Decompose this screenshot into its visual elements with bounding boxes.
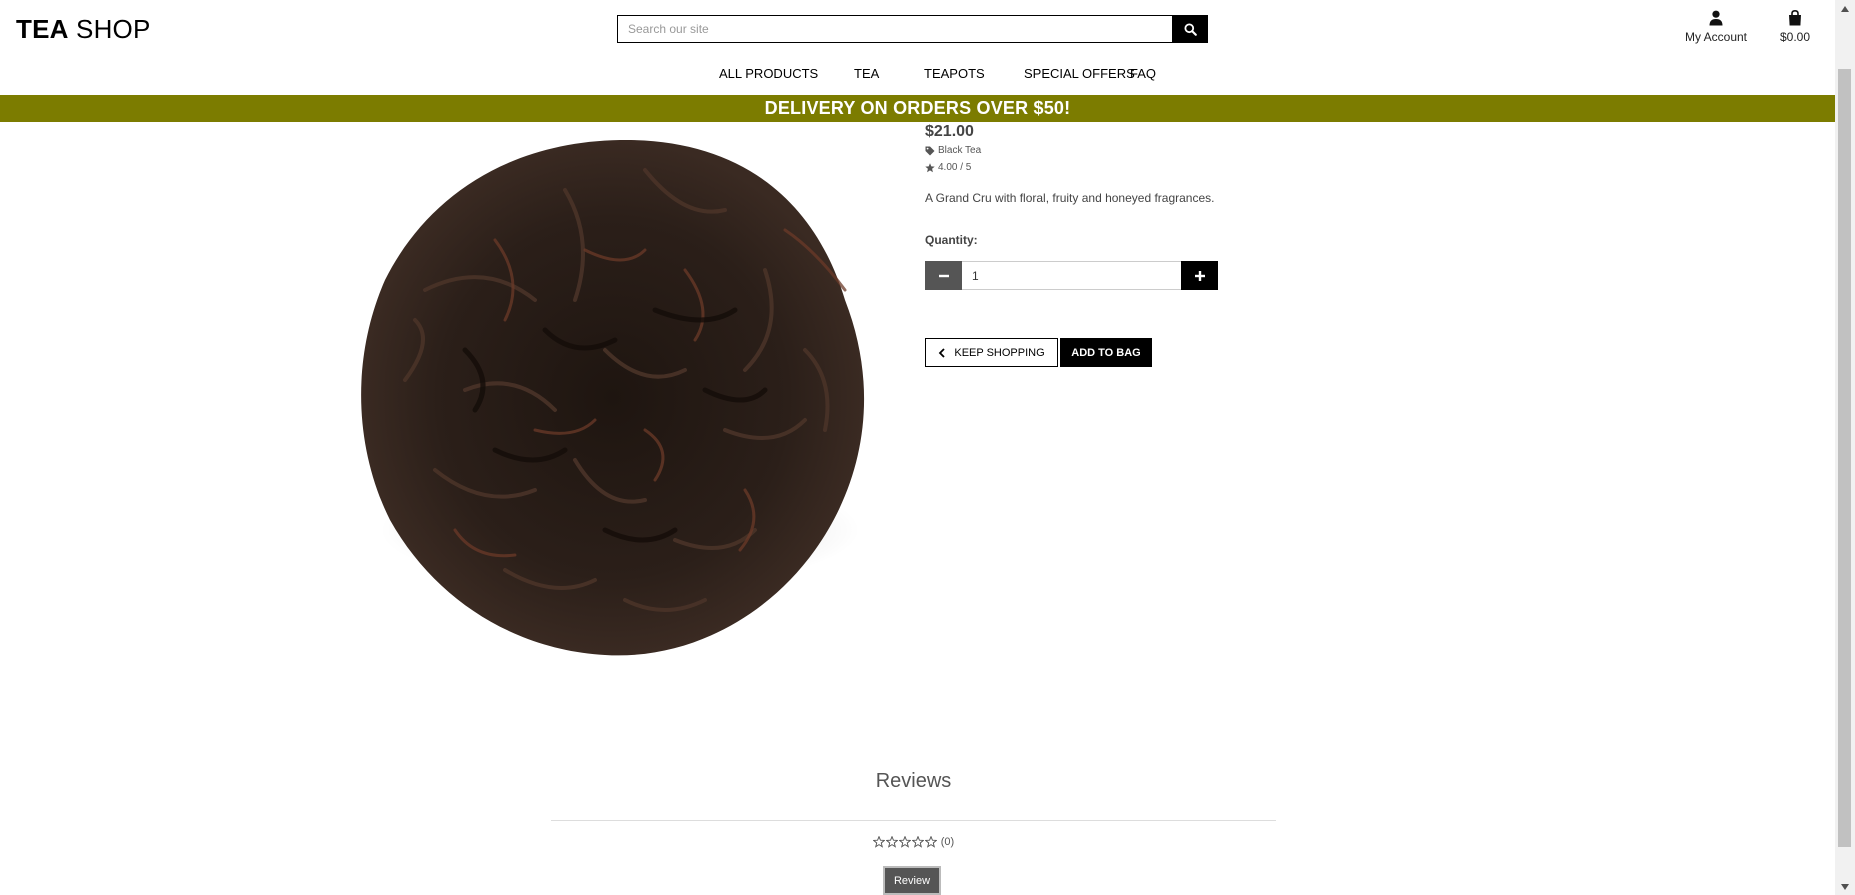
nav-teapots[interactable]: TEAPOTS	[924, 66, 985, 81]
nav-all-products[interactable]: ALL PRODUCTS	[719, 66, 818, 81]
search-bar	[617, 15, 1208, 43]
quantity-decrement-button[interactable]	[925, 261, 962, 290]
search-icon	[1183, 22, 1197, 36]
product-category-label: Black Tea	[938, 145, 982, 156]
keep-shopping-button[interactable]: KEEP SHOPPING	[925, 338, 1058, 367]
product-image	[361, 139, 865, 656]
user-icon	[1709, 10, 1723, 26]
main-nav: ALL PRODUCTS TEA TEAPOTS SPECIAL OFFERS …	[0, 66, 1835, 82]
star-icon	[925, 162, 935, 172]
page: TEA SHOP My Account $0.00 ALL PRODUCTS T…	[0, 0, 1835, 895]
product-price: $21.00	[925, 123, 974, 140]
star-outline-icon	[924, 836, 937, 848]
vertical-scrollbar[interactable]	[1835, 0, 1855, 895]
tag-icon	[925, 146, 935, 155]
reviews-rating: (0)	[0, 836, 1827, 848]
quantity-label: Quantity:	[925, 233, 978, 247]
star-outline-icon	[872, 836, 885, 848]
reviews-title: Reviews	[875, 770, 952, 792]
my-account-label: My Account	[1684, 30, 1748, 44]
product-rating-value: 4.00 / 5	[938, 162, 972, 173]
logo-light: SHOP	[68, 14, 151, 44]
nav-tea[interactable]: TEA	[854, 66, 879, 81]
my-account-link[interactable]: My Account	[1679, 10, 1753, 44]
scroll-up-arrow-icon[interactable]	[1835, 0, 1855, 17]
keep-shopping-label: KEEP SHOPPING	[954, 346, 1045, 359]
logo-bold: TEA	[16, 14, 69, 44]
shopping-bag-link[interactable]: $0.00	[1770, 10, 1820, 44]
product-category[interactable]: Black Tea	[925, 145, 981, 156]
quantity-increment-button[interactable]	[1181, 261, 1218, 290]
chevron-left-icon	[939, 347, 945, 358]
site-logo[interactable]: TEA SHOP	[16, 14, 151, 45]
star-outline-icon	[885, 836, 898, 848]
scrollbar-thumb[interactable]	[1838, 69, 1851, 847]
write-review-button[interactable]: Review	[883, 866, 941, 895]
product-rating: 4.00 / 5	[925, 162, 971, 173]
reviews-count: (0)	[940, 836, 955, 848]
nav-faq[interactable]: FAQ	[1130, 66, 1156, 81]
plus-icon	[1194, 270, 1205, 281]
product-description: A Grand Cru with floral, fruity and hone…	[925, 191, 1215, 205]
search-input[interactable]	[617, 15, 1172, 43]
shopping-bag-icon	[1789, 10, 1801, 26]
quantity-stepper	[925, 261, 1218, 290]
minus-icon	[938, 274, 949, 277]
nav-special-offers[interactable]: SPECIAL OFFERS	[1024, 66, 1135, 81]
scroll-down-arrow-icon[interactable]	[1835, 878, 1855, 895]
search-button[interactable]	[1172, 15, 1208, 43]
star-outline-icon	[898, 836, 911, 848]
bag-total: $0.00	[1779, 30, 1811, 44]
star-outline-icon	[911, 836, 924, 848]
add-to-bag-button[interactable]: ADD TO BAG	[1060, 338, 1152, 367]
delivery-banner: DELIVERY ON ORDERS OVER $50!	[0, 95, 1835, 122]
quantity-input[interactable]	[962, 261, 1181, 290]
reviews-divider	[551, 820, 1276, 821]
